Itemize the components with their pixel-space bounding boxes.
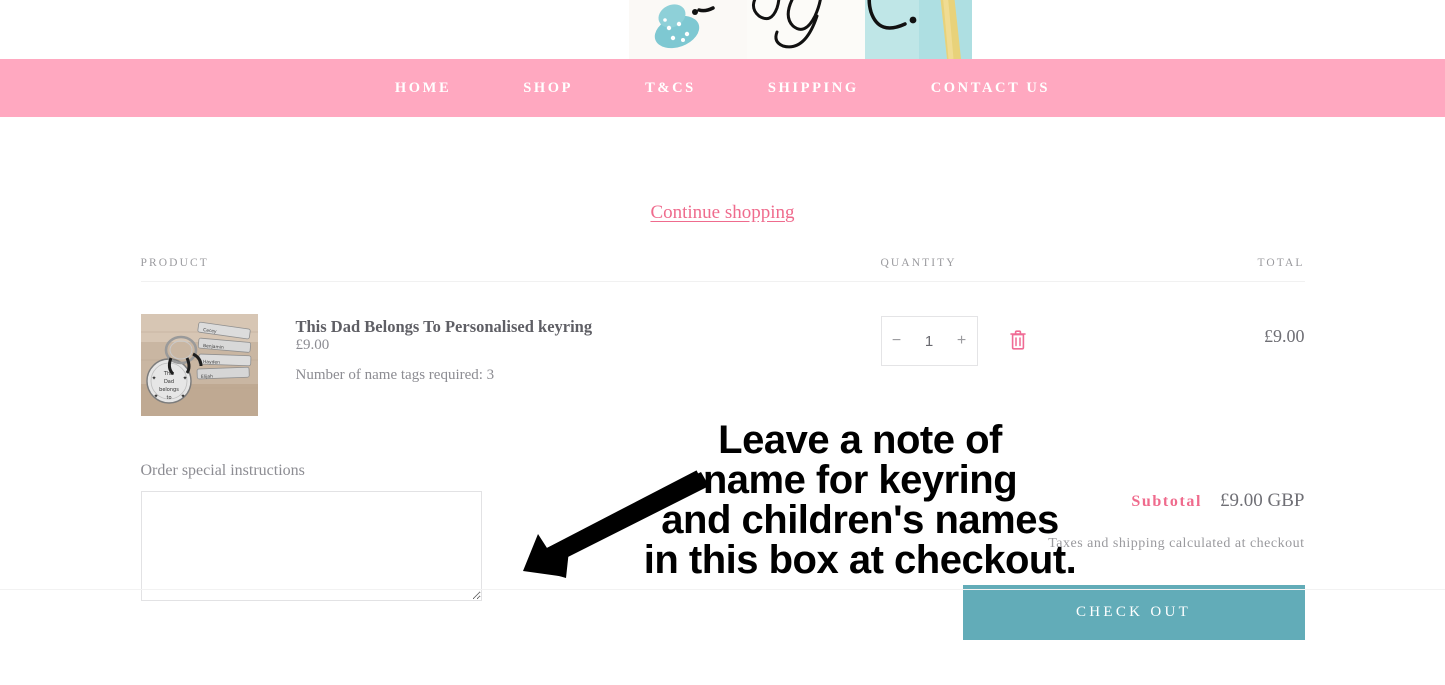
main-navigation: HOME SHOP T&CS SHIPPING CONTACT US <box>0 59 1445 117</box>
product-line-property: Number of name tags required: 3 <box>295 367 495 383</box>
quantity-decrease-button[interactable]: − <box>882 317 912 365</box>
svg-text:Hayden: Hayden <box>202 359 219 366</box>
continue-shopping-link[interactable]: Continue shopping <box>650 202 794 223</box>
svg-text:belongs: belongs <box>159 387 179 393</box>
svg-text:✦: ✦ <box>180 393 185 400</box>
nav-item-home[interactable]: HOME <box>359 80 487 97</box>
subtotal-row: Subtotal £9.00 GBP <box>963 490 1305 512</box>
trash-icon <box>1009 330 1026 350</box>
cart-page: Continue shopping PRODUCT QUANTITY TOTAL <box>0 117 1445 640</box>
cart-item-line-total: £9.00 <box>1264 326 1305 346</box>
product-info: This Dad Belongs To Personalised keyring… <box>296 314 593 416</box>
product-unit-price: £9.00 <box>295 337 330 353</box>
section-divider <box>0 589 1445 590</box>
quantity-stepper: − 1 + <box>880 316 978 366</box>
cart-line-item: Cacey Benjamin Hayden Elijah This Dad be… <box>140 282 1305 416</box>
product-title-link[interactable]: This Dad Belongs To Personalised keyring <box>296 317 593 336</box>
cart-table: PRODUCT QUANTITY TOTAL Cacey Benjamin Ha… <box>140 257 1305 416</box>
cart-item-product-cell: Cacey Benjamin Hayden Elijah This Dad be… <box>140 314 881 416</box>
svg-text:✦: ✦ <box>153 393 158 400</box>
tax-shipping-note: Taxes and shipping calculated at checkou… <box>1048 536 1305 551</box>
subtotal-value: £9.00 GBP <box>1220 490 1305 511</box>
cart-item-quantity-cell: − 1 + <box>880 314 1185 366</box>
svg-text:to: to <box>166 395 171 401</box>
nav-item-tcs[interactable]: T&CS <box>609 80 732 97</box>
order-notes-label: Order special instructions <box>140 462 305 479</box>
svg-text:Elijah: Elijah <box>200 374 212 380</box>
site-logo[interactable] <box>629 0 972 59</box>
site-header <box>0 0 1445 59</box>
cart-footer: Order special instructions Subtotal £9.0… <box>140 416 1305 640</box>
remove-item-button[interactable] <box>1008 329 1028 351</box>
column-header-quantity: QUANTITY <box>880 257 957 269</box>
subtotal-label: Subtotal <box>1131 493 1203 510</box>
svg-text:✦: ✦ <box>151 375 156 382</box>
nav-item-shipping[interactable]: SHIPPING <box>732 80 895 97</box>
logo-artwork-icon <box>629 0 972 59</box>
cart-table-header: PRODUCT QUANTITY TOTAL <box>140 257 1305 282</box>
svg-text:✦: ✦ <box>182 375 187 382</box>
column-header-total: TOTAL <box>1257 257 1305 269</box>
continue-shopping-wrap: Continue shopping <box>0 117 1445 224</box>
product-thumbnail[interactable]: Cacey Benjamin Hayden Elijah This Dad be… <box>140 314 258 416</box>
order-notes-group: Order special instructions <box>140 462 482 640</box>
keyring-photo-icon: Cacey Benjamin Hayden Elijah This Dad be… <box>140 314 258 416</box>
svg-text:Dad: Dad <box>163 379 173 385</box>
cart-totals: Subtotal £9.00 GBP Taxes and shipping ca… <box>962 462 1305 640</box>
quantity-increase-button[interactable]: + <box>947 317 977 365</box>
checkout-button[interactable]: CHECK OUT <box>962 585 1305 640</box>
nav-item-shop[interactable]: SHOP <box>487 80 609 97</box>
quantity-value[interactable]: 1 <box>925 333 933 350</box>
column-header-product: PRODUCT <box>140 257 209 269</box>
nav-item-contact-us[interactable]: CONTACT US <box>895 80 1086 97</box>
order-notes-input[interactable] <box>140 491 482 601</box>
